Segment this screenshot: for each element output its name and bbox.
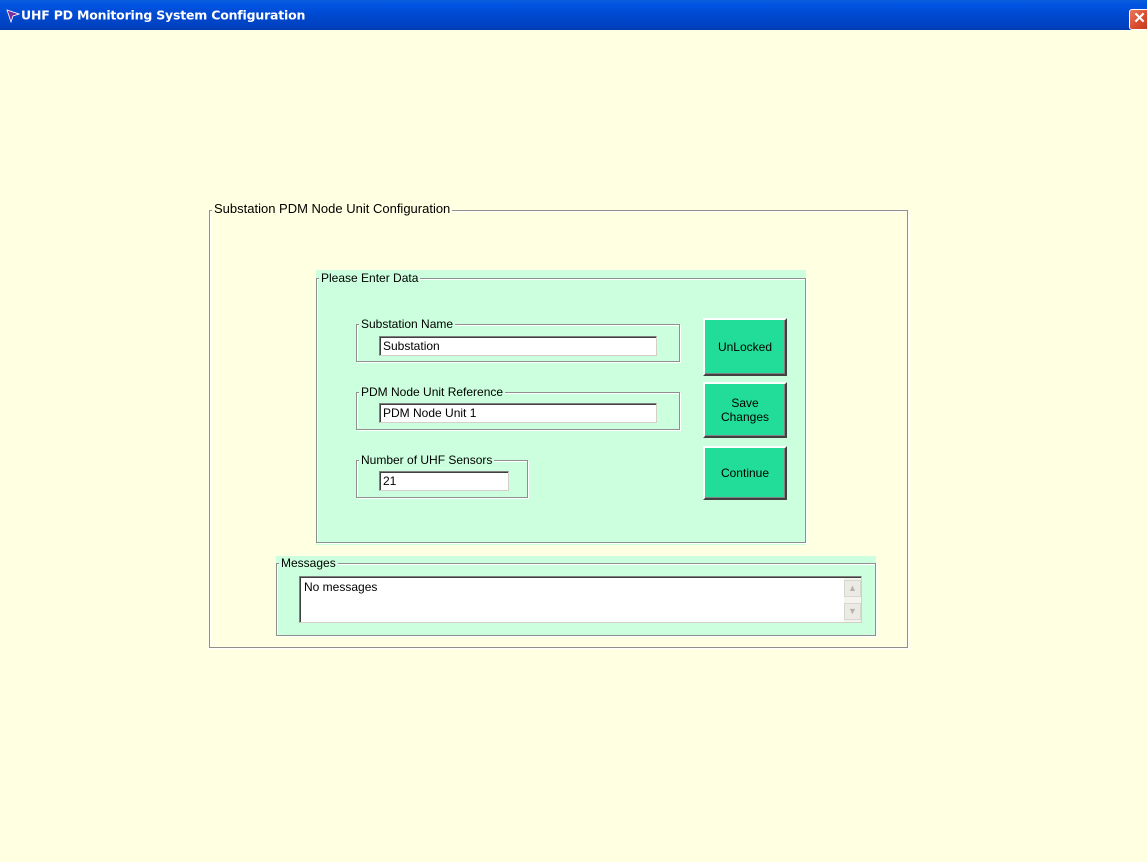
messages-title: Messages xyxy=(279,556,338,570)
messages-scrollbar[interactable]: ▲ ▼ xyxy=(844,578,861,622)
pdm-node-ref-label: PDM Node Unit Reference xyxy=(359,385,506,399)
scroll-up-icon[interactable]: ▲ xyxy=(844,580,861,597)
app-icon xyxy=(6,9,20,23)
substation-name-label: Substation Name xyxy=(359,317,456,331)
messages-textarea[interactable]: No messages xyxy=(299,576,862,623)
window-title: UHF PD Monitoring System Configuration xyxy=(21,7,306,23)
continue-button-label: Continue xyxy=(720,466,770,480)
title-bar[interactable]: UHF PD Monitoring System Configuration ✕ xyxy=(0,0,1147,30)
unlocked-button-label: UnLocked xyxy=(717,340,773,354)
scroll-down-icon[interactable]: ▼ xyxy=(844,603,861,620)
save-changes-button-label: Save Changes xyxy=(720,396,770,424)
substation-name-input[interactable]: Substation xyxy=(379,336,657,356)
pdm-node-ref-input[interactable]: PDM Node Unit 1 xyxy=(379,403,657,423)
close-icon[interactable]: ✕ xyxy=(1129,9,1147,30)
data-entry-title: Please Enter Data xyxy=(319,271,421,285)
num-sensors-label: Number of UHF Sensors xyxy=(359,453,495,467)
save-changes-button[interactable]: Save Changes xyxy=(703,382,787,438)
continue-button[interactable]: Continue xyxy=(703,446,787,500)
unlocked-button[interactable]: UnLocked xyxy=(703,318,787,376)
node-unit-config-title: Substation PDM Node Unit Configuration xyxy=(212,201,453,216)
num-sensors-input[interactable]: 21 xyxy=(379,471,509,491)
